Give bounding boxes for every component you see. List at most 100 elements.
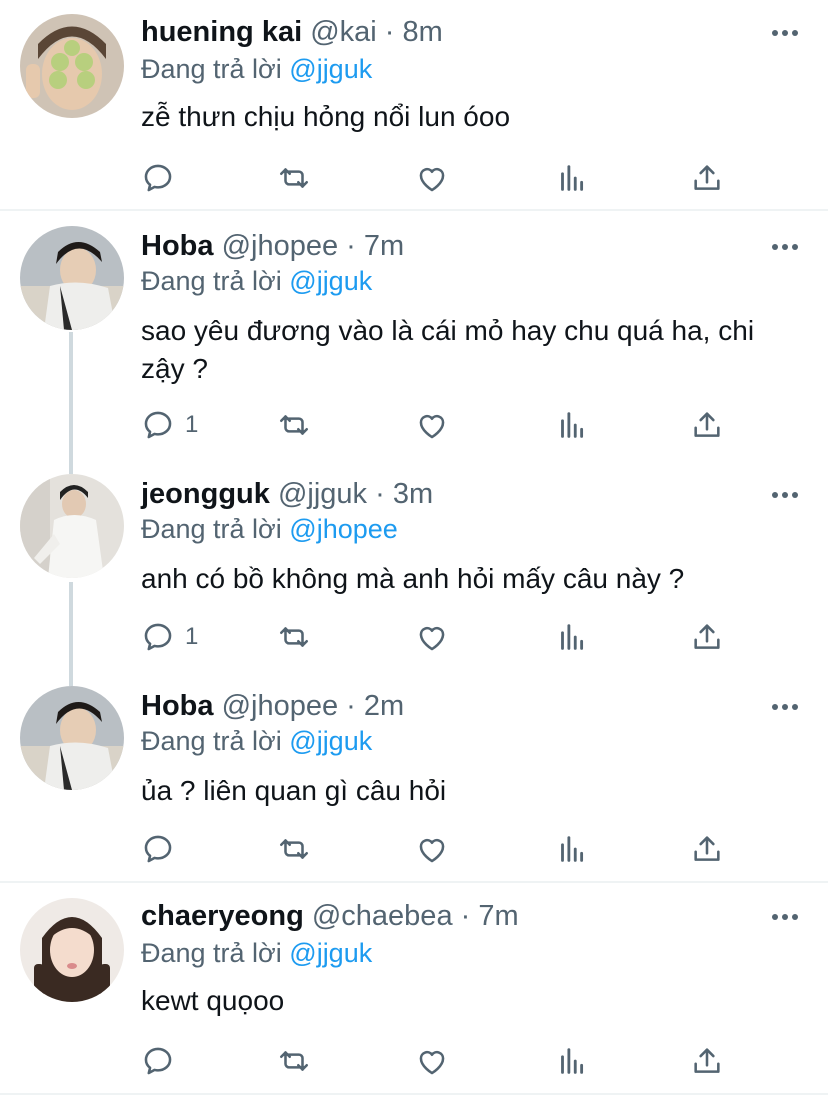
retweet-button[interactable]: [277, 1041, 311, 1081]
avatar[interactable]: [20, 686, 124, 790]
reply-button[interactable]: 1: [141, 405, 198, 445]
like-button[interactable]: [415, 405, 449, 445]
more-icon[interactable]: [772, 492, 798, 500]
share-icon: [690, 408, 724, 442]
mention-link[interactable]: @jjguk: [289, 54, 372, 84]
views-button[interactable]: [554, 1041, 588, 1081]
replying-to-label: Đang trả lời: [141, 266, 282, 296]
action-bar: 1: [141, 405, 741, 445]
more-icon[interactable]: [772, 30, 798, 38]
retweet-icon: [277, 620, 311, 654]
retweet-icon: [277, 161, 311, 195]
avatar[interactable]: [20, 474, 124, 578]
share-button[interactable]: [690, 617, 724, 657]
author-name[interactable]: chaeryeong: [141, 900, 304, 932]
like-button[interactable]: [415, 829, 449, 869]
tweet-header: jeongguk @jjguk · 3m: [141, 476, 433, 512]
author-name[interactable]: Hoba: [141, 690, 214, 722]
reply-button[interactable]: 1: [141, 617, 198, 657]
share-button[interactable]: [690, 158, 724, 198]
views-button[interactable]: [554, 405, 588, 445]
tweet-text: kewt quọoo: [141, 985, 285, 1016]
mention-link[interactable]: @jhopee: [289, 514, 398, 544]
tweet-text: anh có bồ không mà anh hỏi mấy câu này ?: [141, 563, 685, 594]
tweet-text: ủa ? liên quan gì câu hỏi: [141, 775, 447, 806]
divider: [0, 1093, 828, 1095]
retweet-button[interactable]: [277, 829, 311, 869]
replying-to: Đang trả lời @jjguk: [141, 724, 372, 758]
analytics-icon: [554, 408, 588, 442]
reply-icon: [141, 161, 175, 195]
tweet[interactable]: Hoba @jhopee · 7m Đang trả lời @jjguk sa…: [0, 214, 828, 460]
more-icon[interactable]: [772, 244, 798, 252]
separator: ·: [460, 900, 471, 932]
analytics-icon: [554, 832, 588, 866]
more-icon[interactable]: [772, 914, 798, 922]
reply-icon: [141, 408, 175, 442]
more-icon[interactable]: [772, 704, 798, 712]
tweet-header: huening kai @kai · 8m: [141, 14, 443, 50]
tweet-header: Hoba @jhopee · 2m: [141, 688, 404, 724]
retweet-button[interactable]: [277, 405, 311, 445]
author-name[interactable]: jeongguk: [141, 478, 270, 510]
author-handle[interactable]: @chaebea: [312, 900, 453, 932]
separator: ·: [346, 230, 356, 262]
heart-icon: [415, 620, 449, 654]
author-handle[interactable]: @jhopee: [222, 690, 339, 722]
mention-link[interactable]: @jjguk: [289, 938, 372, 968]
tweet[interactable]: huening kai @kai · 8m Đang trả lời @jjgu…: [0, 0, 828, 210]
replying-to: Đang trả lời @jjguk: [141, 264, 372, 298]
reply-icon: [141, 832, 175, 866]
tweet-text: zễ thưn chịu hỏng nổi lun óoo: [141, 101, 511, 132]
reply-count: 1: [185, 411, 199, 438]
reply-button[interactable]: [141, 158, 185, 198]
author-handle[interactable]: @kai: [310, 16, 377, 48]
divider: [0, 209, 828, 211]
timestamp[interactable]: 8m: [403, 16, 443, 48]
tweet-header: Hoba @jhopee · 7m: [141, 228, 404, 264]
author-handle[interactable]: @jhopee: [222, 230, 339, 262]
tweet[interactable]: chaeryeong @chaebea · 7m Đang trả lời @j…: [0, 884, 828, 1094]
heart-icon: [415, 408, 449, 442]
views-button[interactable]: [554, 617, 588, 657]
share-icon: [690, 832, 724, 866]
author-handle[interactable]: @jjguk: [278, 478, 367, 510]
reply-button[interactable]: [141, 829, 185, 869]
timestamp[interactable]: 7m: [478, 900, 518, 932]
avatar[interactable]: [20, 226, 124, 330]
tweet[interactable]: Hoba @jhopee · 2m Đang trả lời @jjguk ủa…: [0, 674, 828, 882]
mention-link[interactable]: @jjguk: [289, 266, 372, 296]
tweet[interactable]: jeongguk @jjguk · 3m Đang trả lời @jhope…: [0, 462, 828, 674]
replying-to-label: Đang trả lời: [141, 938, 282, 968]
action-bar: [141, 158, 741, 198]
author-name[interactable]: Hoba: [141, 230, 214, 262]
views-button[interactable]: [554, 158, 588, 198]
replying-to-label: Đang trả lời: [141, 726, 282, 756]
heart-icon: [415, 832, 449, 866]
author-name[interactable]: huening kai: [141, 16, 302, 48]
share-button[interactable]: [690, 1041, 724, 1081]
mention-link[interactable]: @jjguk: [289, 726, 372, 756]
timestamp[interactable]: 2m: [364, 690, 404, 722]
reply-button[interactable]: [141, 1041, 185, 1081]
tweet-text: sao yêu đương vào là cái mỏ hay chu quá …: [141, 315, 755, 384]
like-button[interactable]: [415, 1041, 449, 1081]
timestamp[interactable]: 7m: [364, 230, 404, 262]
replying-to-label: Đang trả lời: [141, 514, 282, 544]
action-bar: [141, 829, 741, 869]
retweet-icon: [277, 1044, 311, 1078]
share-button[interactable]: [690, 829, 724, 869]
avatar[interactable]: [20, 898, 124, 1002]
like-button[interactable]: [415, 158, 449, 198]
share-button[interactable]: [690, 405, 724, 445]
avatar[interactable]: [20, 14, 124, 118]
retweet-button[interactable]: [277, 617, 311, 657]
views-button[interactable]: [554, 829, 588, 869]
analytics-icon: [554, 1044, 588, 1078]
replying-to-label: Đang trả lời: [141, 54, 282, 84]
analytics-icon: [554, 620, 588, 654]
retweet-button[interactable]: [277, 158, 311, 198]
like-button[interactable]: [415, 617, 449, 657]
analytics-icon: [554, 161, 588, 195]
timestamp[interactable]: 3m: [393, 478, 433, 510]
